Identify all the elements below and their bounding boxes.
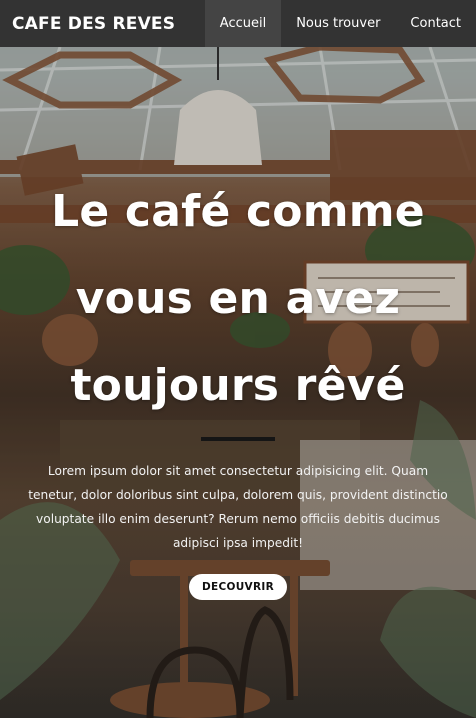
nav-link-contact[interactable]: Contact: [395, 0, 476, 47]
nav-links: Accueil Nous trouver Contact: [204, 0, 476, 47]
brand-logo-text[interactable]: CAFE DES REVES: [0, 14, 205, 34]
headline-divider: [201, 437, 275, 441]
hero-headline: Le café comme vous en avez toujours rêvé: [8, 168, 468, 429]
hero-section: CAFE DES REVES Accueil Nous trouver Cont…: [0, 0, 476, 718]
hero-content: Le café comme vous en avez toujours rêvé…: [0, 0, 476, 718]
discover-button[interactable]: DECOUVRIR: [189, 574, 287, 600]
nav-link-accueil[interactable]: Accueil: [204, 0, 282, 47]
hero-headline-line-1: Le café comme: [51, 186, 425, 237]
nav-link-nous-trouver[interactable]: Nous trouver: [281, 0, 395, 47]
top-navbar: CAFE DES REVES Accueil Nous trouver Cont…: [0, 0, 476, 47]
hero-headline-line-3: toujours rêvé: [70, 360, 406, 411]
hero-description: Lorem ipsum dolor sit amet consectetur a…: [28, 464, 448, 550]
hero-headline-line-2: vous en avez: [75, 273, 401, 324]
